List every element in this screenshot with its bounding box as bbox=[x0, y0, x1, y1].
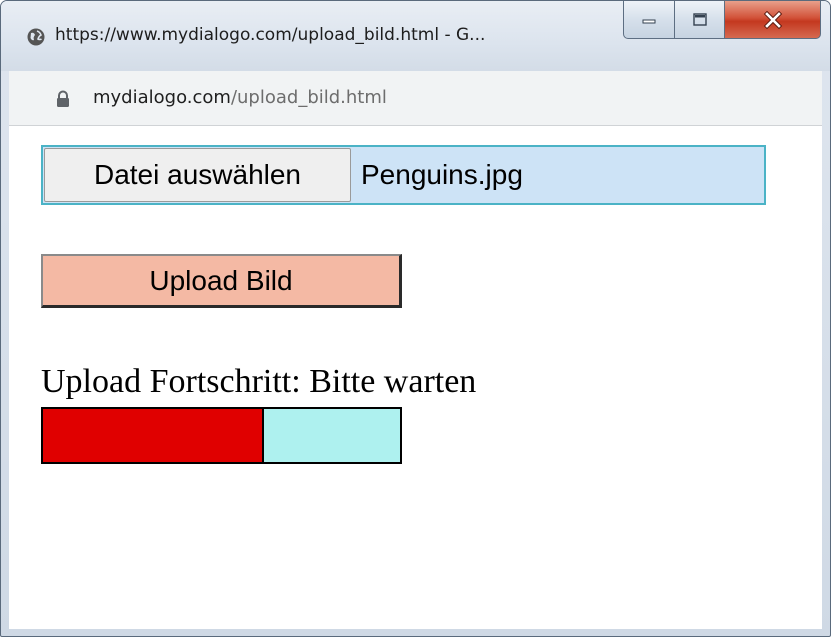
window-title: https://www.mydialogo.com/upload_bild.ht… bbox=[55, 25, 486, 45]
choose-file-button[interactable]: Datei auswählen bbox=[44, 148, 351, 202]
upload-progress-bar bbox=[41, 407, 402, 464]
upload-button[interactable]: Upload Bild bbox=[41, 254, 402, 308]
maximize-button[interactable] bbox=[675, 1, 725, 39]
close-button[interactable] bbox=[725, 1, 821, 39]
maximize-icon bbox=[692, 12, 707, 26]
lock-icon bbox=[57, 90, 69, 107]
selected-file-name: Penguins.jpg bbox=[361, 159, 523, 190]
url-path: /upload_bild.html bbox=[230, 87, 387, 108]
url-host: mydialogo.com bbox=[93, 87, 231, 108]
upload-progress-label: Upload Fortschritt: Bitte warten bbox=[41, 363, 477, 400]
upload-progress-fill bbox=[43, 409, 265, 462]
globe-icon bbox=[27, 28, 45, 46]
url-text[interactable]: mydialogo.com/upload_bild.html bbox=[93, 87, 387, 108]
address-bar[interactable]: mydialogo.com/upload_bild.html bbox=[9, 71, 822, 126]
minimize-button[interactable] bbox=[623, 1, 675, 39]
minimize-icon bbox=[642, 19, 656, 23]
close-icon bbox=[763, 10, 782, 29]
browser-popup-window: https://www.mydialogo.com/upload_bild.ht… bbox=[0, 0, 831, 637]
file-input[interactable]: Datei auswählen Penguins.jpg bbox=[41, 145, 766, 205]
title-bar[interactable]: https://www.mydialogo.com/upload_bild.ht… bbox=[1, 1, 830, 71]
page-content: Datei auswählen Penguins.jpg Upload Bild… bbox=[9, 126, 822, 629]
